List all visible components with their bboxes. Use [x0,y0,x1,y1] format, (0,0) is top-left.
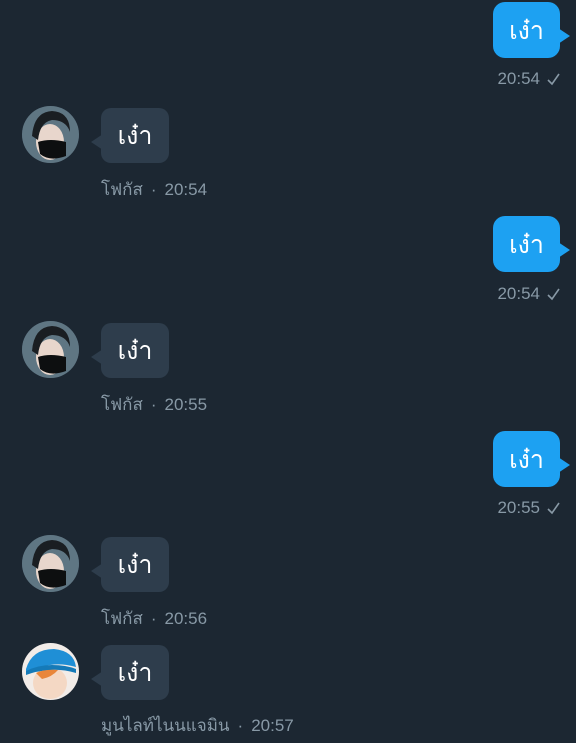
message-meta: โฟกัส · 20:56 [101,605,207,632]
masked-user-avatar[interactable] [22,535,79,592]
meta-separator: · [150,179,157,199]
outgoing-message-bubble[interactable]: เง๋า [493,2,570,58]
meta-separator: · [237,715,244,735]
sender-name[interactable]: โฟกัส [101,605,143,632]
message-text: เง๋า [509,444,544,474]
meta-separator: · [150,608,157,628]
message-time: 20:54 [164,179,208,199]
message-time: 20:55 [497,498,540,517]
message-meta: 20:54 [497,69,560,89]
message-time: 20:54 [497,69,540,88]
message-meta: โฟกัส · 20:55 [101,391,207,418]
sender-name[interactable]: โฟกัส [101,391,143,418]
sender-name[interactable]: มูนไลท์ไนนแจมิน [101,712,230,739]
message-time: 20:57 [251,715,294,735]
message-meta: 20:55 [497,498,560,518]
message-text: เง๋า [117,658,153,687]
outgoing-message-bubble[interactable]: เง๋า [493,431,570,487]
sent-check-icon [547,73,560,86]
blue-cap-user-avatar[interactable] [22,643,79,700]
incoming-message-bubble[interactable]: เง๋า [91,645,169,700]
masked-user-avatar[interactable] [22,321,79,378]
incoming-message-bubble[interactable]: เง๋า [91,108,169,163]
meta-separator: · [150,394,157,414]
masked-user-avatar[interactable] [22,106,79,163]
message-meta: 20:54 [497,284,560,304]
sender-name[interactable]: โฟกัส [101,176,143,203]
message-text: เง๋า [117,550,153,579]
message-meta: มูนไลท์ไนนแจมิน · 20:57 [101,712,294,739]
sent-check-icon [547,288,560,301]
outgoing-message-bubble[interactable]: เง๋า [493,216,570,272]
message-text: เง๋า [117,336,153,365]
chat-thread: เง๋า 20:54 เง๋า โฟกัส · 20:54 เง๋า 20:54 [0,0,576,743]
message-time: 20:56 [164,608,208,628]
message-text: เง๋า [117,121,153,150]
message-meta: โฟกัส · 20:54 [101,176,207,203]
message-time: 20:54 [497,284,540,303]
sent-check-icon [547,502,560,515]
message-text: เง๋า [509,229,544,259]
incoming-message-bubble[interactable]: เง๋า [91,323,169,378]
incoming-message-bubble[interactable]: เง๋า [91,537,169,592]
message-text: เง๋า [509,15,544,45]
message-time: 20:55 [164,394,208,414]
